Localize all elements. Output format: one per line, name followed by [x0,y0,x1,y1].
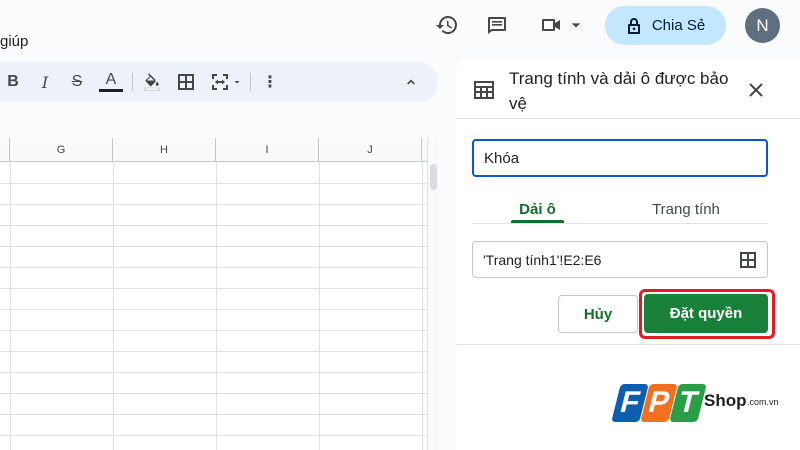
borders-icon[interactable] [174,70,198,94]
column-header-row: G H I J [0,138,427,162]
lock-icon [626,17,642,35]
top-header: giúp Chia Sẻ N [0,0,800,58]
more-options-button[interactable]: ⋮ [258,70,282,94]
grid-line [0,372,427,373]
grid-line [0,351,427,352]
vertical-scrollbar[interactable] [427,138,438,450]
grid-line [0,225,427,226]
merge-dropdown-icon[interactable] [230,70,244,94]
scrollbar-thumb[interactable] [430,164,437,190]
avatar[interactable]: N [745,8,780,43]
description-input[interactable] [472,139,768,177]
set-permissions-button[interactable]: Đặt quyền [644,294,768,333]
logo-shop-text: Shop [704,391,747,410]
column-header-h[interactable]: H [113,138,216,162]
grid-line [0,183,427,184]
column-header-stub [0,138,10,162]
meet-icon[interactable] [538,12,564,38]
active-tab-indicator [511,220,564,223]
column-header-i[interactable]: I [216,138,319,162]
strikethrough-button[interactable]: S [65,70,89,94]
column-header-g[interactable]: G [10,138,113,162]
range-input[interactable]: 'Trang tính1'!E2:E6 [472,241,768,278]
column-header-j[interactable]: J [319,138,422,162]
grid-line [0,204,427,205]
select-range-icon[interactable] [738,250,758,270]
text-color-button[interactable]: A [99,70,123,92]
merge-cells-icon[interactable] [208,70,232,94]
tab-track [472,223,768,224]
bold-button[interactable]: B [1,70,25,94]
grid-line [216,162,217,450]
history-icon[interactable] [434,12,460,38]
fill-color-icon[interactable] [140,70,164,94]
formula-area [0,112,438,138]
meet-dropdown-icon[interactable] [566,12,586,38]
collapse-toolbar-icon[interactable] [399,70,423,94]
range-value: 'Trang tính1'!E2:E6 [483,251,602,268]
panel-divider [456,344,800,345]
tab-sheet[interactable]: Trang tính [636,194,736,224]
grid-line [0,267,427,268]
share-label: Chia Sẻ [651,17,706,34]
formatting-toolbar: B I S A ⋮ [0,62,438,102]
grid-line [0,246,427,247]
grid-line [113,162,114,450]
panel-divider [456,118,800,119]
grid-line [422,162,423,450]
italic-button[interactable]: I [33,70,57,94]
table-icon [473,79,495,101]
menu-help[interactable]: giúp [0,33,28,50]
grid-line [10,162,11,450]
panel-title: Trang tính và dải ô được bảo vệ [509,69,729,113]
cancel-button[interactable]: Hủy [558,295,638,333]
grid-line [0,414,427,415]
grid-line [0,393,427,394]
spreadsheet-grid[interactable]: G H I J [0,138,427,450]
share-button[interactable]: Chia Sẻ [605,6,726,45]
logo-domain-text: .com.vn [747,397,779,407]
grid-line [0,330,427,331]
comment-icon[interactable] [484,12,510,38]
close-icon[interactable] [746,80,766,100]
toolbar-divider [132,73,133,91]
grid-line [0,309,427,310]
grid-line [0,435,427,436]
grid-line [319,162,320,450]
toolbar-divider [250,73,251,91]
grid-line [0,288,427,289]
fpt-shop-logo: F P T Shop .com.vn [611,380,792,430]
